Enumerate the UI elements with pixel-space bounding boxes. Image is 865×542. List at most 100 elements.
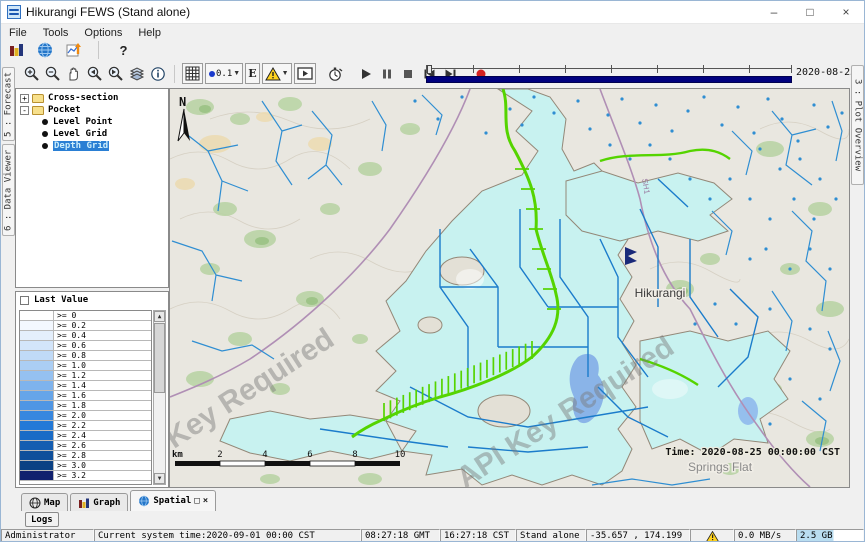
maximize-button[interactable]: □ <box>792 1 828 23</box>
legend-value-label: >= 3.0 <box>54 461 151 470</box>
legend-row[interactable]: >= 0.6 <box>20 341 151 351</box>
data-explorer-icon[interactable] <box>5 40 26 61</box>
legend-table: >= 0 >= 0.2 >= 0.4 >= 0.6 <box>19 310 152 485</box>
status-warning[interactable] <box>690 529 734 542</box>
legend-swatch <box>20 401 54 410</box>
legend-row[interactable]: >= 2.8 <box>20 451 151 461</box>
toolbar-separator <box>98 41 99 59</box>
spatial-map-view[interactable]: API Key Required API Key Required N km 2… <box>169 88 850 488</box>
tab-map[interactable]: Map <box>21 493 68 511</box>
app-logo-icon <box>7 5 21 19</box>
status-mode: Stand alone <box>516 529 586 542</box>
legend-row[interactable]: >= 0.2 <box>20 321 151 331</box>
menu-options[interactable]: Options <box>76 26 130 40</box>
tree-node-level-grid[interactable]: Level Grid <box>18 128 166 140</box>
timeline-availability-bar <box>426 76 792 83</box>
shallow-speckle <box>456 269 484 289</box>
scalebar-button[interactable]: E <box>245 63 259 84</box>
legend-row[interactable]: >= 2.2 <box>20 421 151 431</box>
close-tab-icon[interactable]: × <box>203 497 208 506</box>
restore-tab-icon[interactable]: □ <box>194 497 199 506</box>
logs-button[interactable]: Logs <box>25 512 59 527</box>
close-button[interactable]: × <box>828 1 864 23</box>
menu-tools[interactable]: Tools <box>35 26 77 40</box>
help-button[interactable]: ? <box>113 40 134 61</box>
tab-graph[interactable]: Graph <box>70 493 128 511</box>
shallow-speckle <box>652 379 688 399</box>
menu-bar: File Tools Options Help <box>1 24 864 41</box>
time-slider-knob[interactable] <box>427 65 432 74</box>
class-break-dropdown[interactable]: 0.1 ▼ <box>205 63 243 84</box>
legend-row[interactable]: >= 1.6 <box>20 391 151 401</box>
folder-icon <box>32 106 44 115</box>
animation-settings-icon[interactable] <box>325 63 346 84</box>
legend-value-label: >= 2.2 <box>54 421 151 430</box>
collapse-icon[interactable]: - <box>20 106 29 115</box>
sidebar-tab-data-viewer[interactable]: 6 : Data Viewer <box>2 144 15 236</box>
legend-value-label: >= 3.2 <box>54 471 151 480</box>
menu-help[interactable]: Help <box>130 26 169 40</box>
play-button[interactable] <box>356 63 377 84</box>
info-icon[interactable] <box>147 63 168 84</box>
legend-value-label: >= 0.6 <box>54 341 151 350</box>
layers-icon[interactable] <box>126 63 147 84</box>
thresholds-warning-dropdown[interactable]: ▼ <box>262 63 292 84</box>
svg-text:N: N <box>179 95 186 109</box>
map-canvas[interactable]: API Key Required API Key Required N km 2… <box>170 89 849 487</box>
pause-button[interactable] <box>377 63 398 84</box>
scrollbar-thumb[interactable] <box>154 323 165 393</box>
zoom-out-icon[interactable] <box>42 63 63 84</box>
chevron-down-icon: ▼ <box>233 70 240 77</box>
legend-value-label: >= 1.2 <box>54 371 151 380</box>
tree-node-pocket[interactable]: - Pocket <box>18 104 166 116</box>
expand-icon[interactable]: + <box>20 94 29 103</box>
time-slider[interactable] <box>426 61 792 85</box>
sidebar-tab-plot-overview[interactable]: 3 : Plot Overview <box>851 65 864 185</box>
map-display-icon[interactable] <box>34 40 55 61</box>
spatial-display-icon[interactable] <box>63 40 84 61</box>
legend-value-label: >= 1.6 <box>54 391 151 400</box>
bullet-icon <box>42 143 48 149</box>
tree-node-cross-section[interactable]: + Cross-section <box>18 92 166 104</box>
status-user: Administrator <box>1 529 94 542</box>
scroll-down-icon[interactable]: ▼ <box>154 473 165 484</box>
grid-layer-button[interactable] <box>182 63 203 84</box>
legend-row[interactable]: >= 0 <box>20 311 151 321</box>
svg-text:8: 8 <box>352 450 357 460</box>
svg-text:10: 10 <box>395 450 406 460</box>
legend-row[interactable]: >= 3.0 <box>20 461 151 471</box>
legend-row[interactable]: >= 0.4 <box>20 331 151 341</box>
animation-window-button[interactable] <box>294 63 316 84</box>
legend-row[interactable]: >= 2.6 <box>20 441 151 451</box>
minimize-button[interactable]: – <box>756 1 792 23</box>
zoom-next-icon[interactable] <box>105 63 126 84</box>
legend-swatch <box>20 471 54 480</box>
stop-button[interactable] <box>398 63 419 84</box>
zoom-in-icon[interactable] <box>21 63 42 84</box>
svg-text:6: 6 <box>307 450 312 460</box>
menu-file[interactable]: File <box>1 26 35 40</box>
tree-node-depth-grid[interactable]: Depth Grid <box>18 140 166 152</box>
legend-row[interactable]: >= 1.4 <box>20 381 151 391</box>
zoom-previous-icon[interactable] <box>84 63 105 84</box>
legend-row[interactable]: >= 3.2 <box>20 471 151 481</box>
legend-row[interactable]: >= 1.8 <box>20 401 151 411</box>
legend-row[interactable]: >= 2.4 <box>20 431 151 441</box>
legend-value-label: >= 2.8 <box>54 451 151 460</box>
globe-icon <box>29 497 41 509</box>
title-bar: Hikurangi FEWS (Stand alone) – □ × <box>1 1 864 24</box>
pan-hand-icon[interactable] <box>63 63 84 84</box>
legend-row[interactable]: >= 0.8 <box>20 351 151 361</box>
last-value-checkbox[interactable] <box>20 296 29 305</box>
place-label: Springs Flat <box>688 460 753 474</box>
scroll-up-icon[interactable]: ▲ <box>154 311 165 322</box>
legend-row[interactable]: >= 2.0 <box>20 411 151 421</box>
tree-node-level-point[interactable]: Level Point <box>18 116 166 128</box>
legend-row[interactable]: >= 1.0 <box>20 361 151 371</box>
sidebar-tab-forecast[interactable]: 5 : Forecast <box>2 67 15 141</box>
legend-row[interactable]: >= 1.2 <box>20 371 151 381</box>
legend-scrollbar[interactable]: ▲ ▼ <box>153 310 166 485</box>
status-bar: Administrator Current system time:2020-0… <box>1 529 864 542</box>
layers-tree: + Cross-section - Pocket Level Point Lev… <box>15 88 169 288</box>
tab-spatial[interactable]: Spatial □ × <box>130 490 216 511</box>
